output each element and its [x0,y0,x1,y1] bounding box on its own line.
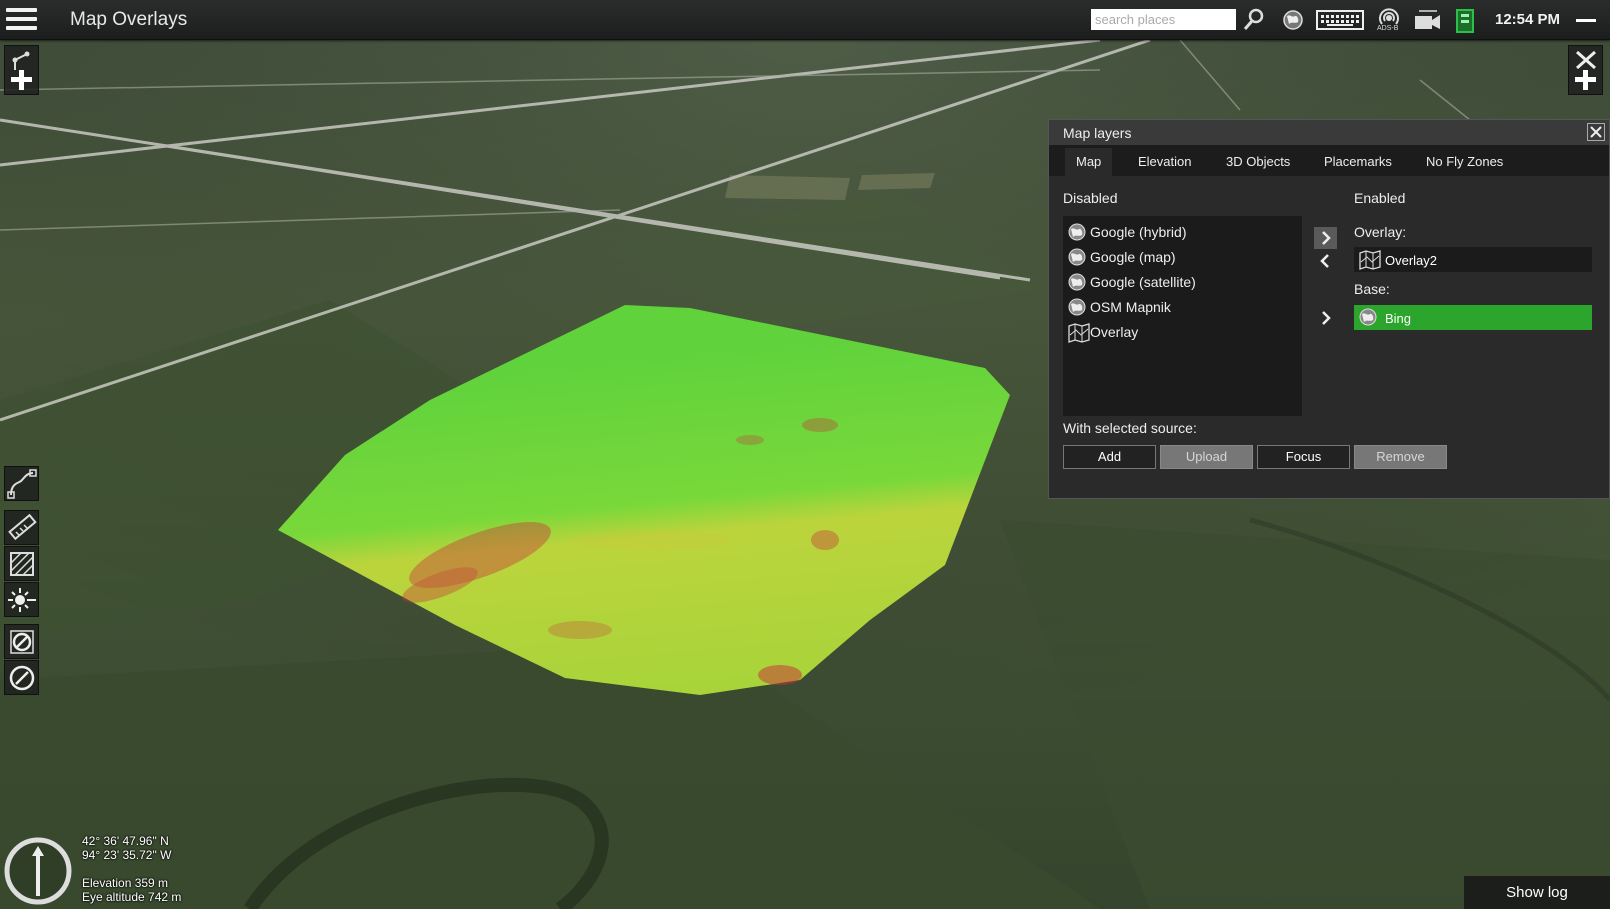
overlay-heading: Overlay: [1354,224,1407,240]
set-base-button[interactable] [1314,307,1337,329]
panel-header: Map layers [1049,120,1609,145]
list-item[interactable]: Google (hybrid) [1063,219,1302,244]
measure-tool-button[interactable] [4,510,39,545]
map-icon [1068,323,1090,343]
layer-tabs: Map Elevation 3D Objects Placemarks No F… [1049,145,1609,176]
list-item[interactable]: Google (satellite) [1063,269,1302,294]
tools-add-icon [1575,50,1596,90]
latitude-readout: 42° 36' 47.96" N [82,834,169,848]
camera-icon[interactable] [1413,7,1441,33]
list-item[interactable]: Overlay [1063,319,1302,344]
focus-button[interactable]: Focus [1257,445,1350,469]
list-item[interactable]: OSM Mapnik [1063,294,1302,319]
globe-icon [1068,298,1086,316]
minimize-button[interactable] [1576,19,1596,22]
enable-overlay-button[interactable] [1314,227,1337,249]
list-item-label: Overlay [1090,324,1139,340]
disable-overlay-button[interactable] [1314,250,1337,272]
disabled-sources-list: Google (hybrid) Google (map) Google (sat… [1063,216,1302,416]
list-item-label: OSM Mapnik [1090,299,1171,315]
no-fly-circle-icon [9,665,35,691]
add-tool-button[interactable] [1568,45,1603,95]
overlay-item-label: Overlay2 [1385,253,1438,268]
area-tool-button[interactable] [4,546,39,581]
tab-placemarks[interactable]: Placemarks [1313,148,1403,176]
list-item-label: Google (hybrid) [1090,224,1187,240]
longitude-readout: 94° 23' 35.72" W [82,848,172,862]
keyboard-icon[interactable] [1316,7,1364,33]
base-item-label: Bing [1385,311,1412,326]
globe-icon [1068,223,1086,241]
no-fly-zone-area-button[interactable] [4,624,39,659]
list-item-label: Google (map) [1090,249,1176,265]
chevron-left-icon [1320,254,1329,268]
area-icon [10,552,34,576]
app-title: Map Overlays [70,9,188,30]
search-icon[interactable] [1242,7,1266,33]
list-item-label: Google (satellite) [1090,274,1196,290]
add-waypoint-icon [11,51,32,90]
tab-elevation[interactable]: Elevation [1127,148,1202,176]
ruler-icon [8,513,37,541]
menu-icon[interactable] [6,8,37,30]
selected-source-heading: With selected source: [1063,420,1197,436]
ads-b-label: ADS-B [1377,25,1399,32]
globe-icon [1068,273,1086,291]
disabled-heading: Disabled [1063,190,1118,206]
chevron-right-icon [1322,231,1331,245]
clock: 12:54 PM [1495,11,1561,28]
chevron-right-icon [1322,311,1331,325]
enabled-base-item[interactable]: Bing [1354,305,1592,330]
top-bar: Map Overlays ADS-B [0,0,1610,40]
route-tool-button[interactable] [4,466,39,501]
panel-title: Map layers [1063,125,1132,141]
eye-altitude-readout: Eye altitude 742 m [82,890,182,904]
list-item[interactable]: Google (map) [1063,244,1302,269]
no-fly-zone-circle-button[interactable] [4,660,39,695]
tab-3d-objects[interactable]: 3D Objects [1215,148,1301,176]
compass-icon[interactable] [3,836,73,906]
map-layers-panel: Map layers Map Elevation 3D Objects Plac… [1048,119,1610,499]
light-tool-button[interactable] [4,582,39,617]
close-icon [1590,126,1602,138]
globe-icon[interactable] [1282,7,1304,33]
add-waypoint-button[interactable] [4,45,39,95]
enabled-heading: Enabled [1354,190,1406,206]
tab-map[interactable]: Map [1065,148,1113,176]
add-button[interactable]: Add [1063,445,1156,469]
remove-button[interactable]: Remove [1354,445,1447,469]
ads-b-icon[interactable]: ADS-B [1376,7,1402,33]
battery-icon[interactable] [1456,7,1474,33]
base-heading: Base: [1354,281,1390,297]
search-input[interactable] [1091,9,1236,30]
globe-icon [1359,308,1377,326]
sun-icon [8,588,36,612]
no-fly-area-icon [10,630,34,654]
enabled-overlay-item[interactable]: Overlay2 [1354,247,1592,272]
close-button[interactable] [1587,123,1605,141]
route-icon [7,469,37,499]
map-icon [1359,250,1381,270]
show-log-button[interactable]: Show log [1464,876,1610,909]
tab-no-fly-zones[interactable]: No Fly Zones [1415,148,1514,176]
globe-icon [1068,248,1086,266]
upload-button[interactable]: Upload [1160,445,1253,469]
elevation-readout: Elevation 359 m [82,876,169,890]
